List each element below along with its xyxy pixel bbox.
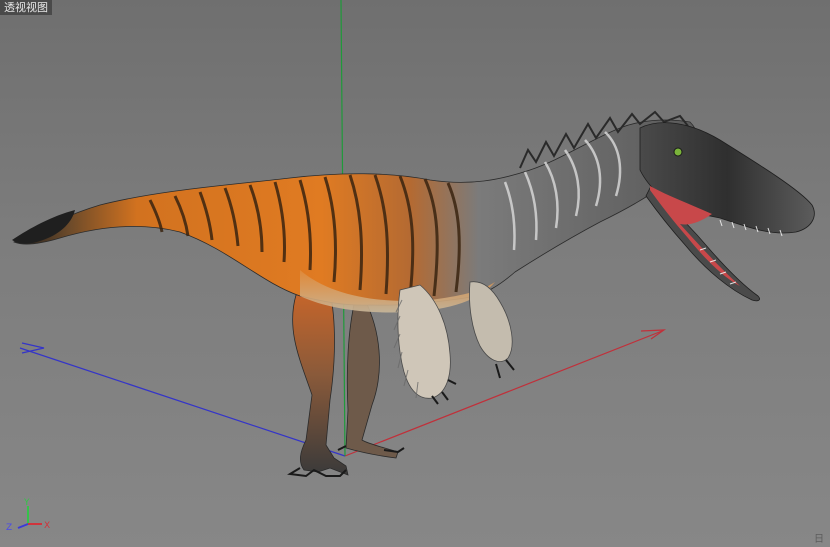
gizmo-z-line: [17, 523, 29, 529]
dino-rear-leg-near: [292, 291, 349, 476]
viewport-scene[interactable]: Y Z X: [0, 0, 830, 547]
dino-body: [13, 119, 698, 306]
axis-gizmo[interactable]: Y Z X: [6, 498, 50, 533]
gizmo-y-label: Y: [23, 498, 30, 508]
z-axis-arrow: [21, 342, 45, 354]
dino-rear-leg-far: [345, 299, 399, 459]
dino-arm-far: [469, 281, 513, 362]
dino-eye: [673, 147, 683, 157]
dino-claws-far: [495, 359, 515, 379]
gizmo-x-label: X: [44, 521, 50, 531]
viewport-corner-text: 日: [814, 534, 824, 545]
3d-viewport[interactable]: Y Z X 透视视图 日: [0, 0, 830, 547]
z-axis-line: [19, 347, 346, 457]
gizmo-z-label: Z: [6, 523, 12, 533]
dinosaur-model[interactable]: [12, 110, 815, 478]
viewport-name-label[interactable]: 透视视图: [0, 0, 52, 15]
